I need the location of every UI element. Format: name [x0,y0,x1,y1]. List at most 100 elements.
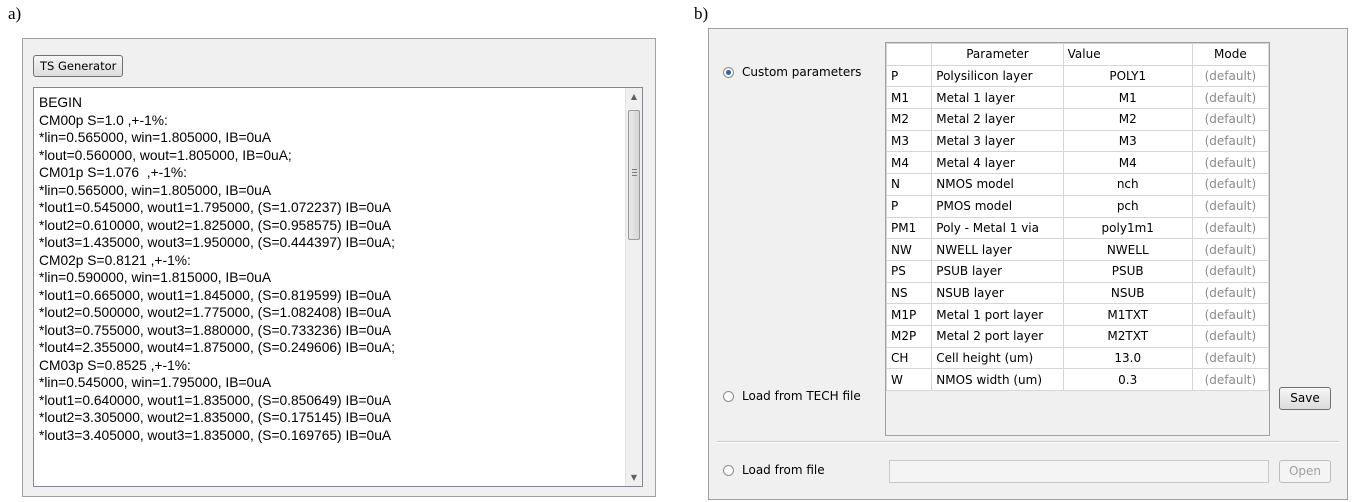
table-row[interactable]: M1P Metal 1 port layer M1TXT (default) [885,303,1270,326]
row-mode: (default) [1191,129,1270,153]
output-line: *lout1=0.665000, wout1=1.845000, (S=0.81… [39,287,392,303]
table-row[interactable]: M4 Metal 4 layer M4 (default) [885,151,1270,175]
table-row[interactable]: P Polysilicon layer POLY1 (default) [885,64,1270,88]
output-line: *lout2=0.610000, wout2=1.825000, (S=0.95… [39,217,392,233]
row-parameter: PMOS model [931,194,1064,218]
row-mode: (default) [1191,216,1270,240]
row-value[interactable]: M1TXT [1062,303,1193,326]
header-value: Value [1062,43,1193,66]
row-value[interactable]: M4 [1062,151,1193,175]
scroll-down-arrow-icon[interactable]: ▼ [626,469,642,486]
table-row[interactable]: N NMOS model nch (default) [885,173,1270,196]
row-value[interactable]: M2TXT [1062,324,1193,348]
header-code [885,43,933,66]
output-line: CM02p S=0.8121 ,+-1%: [39,252,191,268]
row-value[interactable]: NSUB [1062,281,1193,305]
scroll-thumb[interactable] [628,110,640,240]
table-row[interactable]: CH Cell height (um) 13.0 (default) [885,346,1270,370]
row-mode: (default) [1191,346,1270,370]
output-text: BEGIN CM00p S=1.0 ,+-1%: *lin=0.565000, wi… [39,94,620,444]
output-line: *lout2=0.500000, wout2=1.775000, (S=1.08… [39,305,392,320]
section-divider [717,441,1339,443]
row-mode: (default) [1191,173,1270,196]
vertical-scrollbar[interactable]: ▲ ▼ [625,88,642,486]
table-row[interactable]: P PMOS model pch (default) [885,194,1270,218]
row-value[interactable]: poly1m1 [1062,216,1193,240]
table-row[interactable]: M2 Metal 2 layer M2 (default) [885,108,1270,131]
row-code: M2 [885,108,933,131]
row-code: M4 [885,151,933,175]
row-mode: (default) [1191,64,1270,88]
output-line: *lout1=0.640000, wout1=1.835000, (S=0.85… [39,392,392,408]
output-line: *lin=0.545000, win=1.795000, IB=0uA [39,375,272,390]
load-tech-file-radio[interactable]: Load from TECH file [723,389,861,403]
row-code: NS [885,281,933,305]
row-value[interactable]: 0.3 [1062,368,1193,391]
custom-parameters-label: Custom parameters [742,65,862,79]
load-tech-file-label: Load from TECH file [742,389,861,403]
row-value[interactable]: nch [1062,173,1193,196]
output-line: *lin=0.565000, win=1.805000, IB=0uA [39,182,272,198]
row-value[interactable]: POLY1 [1062,64,1193,88]
row-value[interactable]: M3 [1062,129,1193,153]
table-row[interactable]: M3 Metal 3 layer M3 (default) [885,129,1270,153]
row-code: N [885,173,933,196]
table-row[interactable]: PS PSUB layer PSUB (default) [885,259,1270,283]
row-code: M3 [885,129,933,153]
row-parameter: Poly - Metal 1 via [931,216,1064,240]
output-line: *lout1=0.545000, wout1=1.795000, (S=1.07… [39,200,392,215]
custom-parameters-radio[interactable]: Custom parameters [723,65,861,79]
row-code: NW [885,238,933,261]
row-code: CH [885,346,933,370]
file-path-input[interactable] [889,460,1269,483]
output-line: *lout2=3.305000, wout2=1.835000, (S=0.17… [39,410,392,425]
table-row[interactable]: NW NWELL layer NWELL (default) [885,238,1270,261]
output-line: *lout=0.560000, wout=1.805000, IB=0uA; [39,147,292,163]
scroll-up-arrow-icon[interactable]: ▲ [626,88,642,105]
row-value[interactable]: M2 [1062,108,1193,131]
row-parameter: NSUB layer [931,281,1064,305]
row-parameter: Metal 1 layer [931,86,1064,110]
row-mode: (default) [1191,259,1270,283]
table-row[interactable]: NS NSUB layer NSUB (default) [885,281,1270,305]
output-line: *lin=0.565000, win=1.805000, IB=0uA [39,130,272,145]
row-value[interactable]: M1 [1062,86,1193,110]
row-parameter: PSUB layer [931,259,1064,283]
table-row[interactable]: M2P Metal 2 port layer M2TXT (default) [885,324,1270,348]
output-textarea[interactable]: BEGIN CM00p S=1.0 ,+-1%: *lin=0.565000, wi… [33,87,643,487]
row-mode: (default) [1191,303,1270,326]
row-value[interactable]: pch [1062,194,1193,218]
output-line: *lout3=0.755000, wout3=1.880000, (S=0.73… [39,322,392,338]
row-mode: (default) [1191,368,1270,391]
row-code: PM1 [885,216,933,240]
row-parameter: NMOS model [931,173,1064,196]
table-row[interactable]: W NMOS width (um) 0.3 (default) [885,368,1270,391]
radio-unselected-icon [723,390,734,402]
row-value[interactable]: 13.0 [1062,346,1193,370]
row-parameter: Metal 1 port layer [931,303,1064,326]
output-line: CM01p S=1.076 ,+-1%: [39,165,188,180]
table-row[interactable]: M1 Metal 1 layer M1 (default) [885,86,1270,110]
table-row[interactable]: PM1 Poly - Metal 1 via poly1m1 (default) [885,216,1270,240]
output-line: CM00p S=1.0 ,+-1%: [39,112,168,128]
ts-generator-panel: TS Generator BEGIN CM00p S=1.0 ,+-1%: *lin… [22,38,656,497]
row-parameter: NWELL layer [931,238,1064,261]
row-parameter: Metal 3 layer [931,129,1064,153]
row-parameter: Metal 2 port layer [931,324,1064,348]
row-parameter: Cell height (um) [931,346,1064,370]
load-from-file-radio[interactable]: Load from file [723,463,825,477]
technology-parameters-panel: Custom parameters Load from TECH file Lo… [708,28,1348,500]
row-mode: (default) [1191,86,1270,110]
save-button[interactable]: Save [1279,387,1331,410]
row-value[interactable]: NWELL [1062,238,1193,261]
output-line: *lin=0.590000, win=1.815000, IB=0uA [39,270,272,285]
header-mode: Mode [1191,43,1270,66]
row-code: M1 [885,86,933,110]
output-line: BEGIN [39,95,82,110]
row-parameter: Metal 4 layer [931,151,1064,175]
row-mode: (default) [1191,281,1270,305]
row-mode: (default) [1191,108,1270,131]
open-button[interactable]: Open [1279,460,1331,483]
row-value[interactable]: PSUB [1062,259,1193,283]
ts-generator-button[interactable]: TS Generator [33,55,124,77]
